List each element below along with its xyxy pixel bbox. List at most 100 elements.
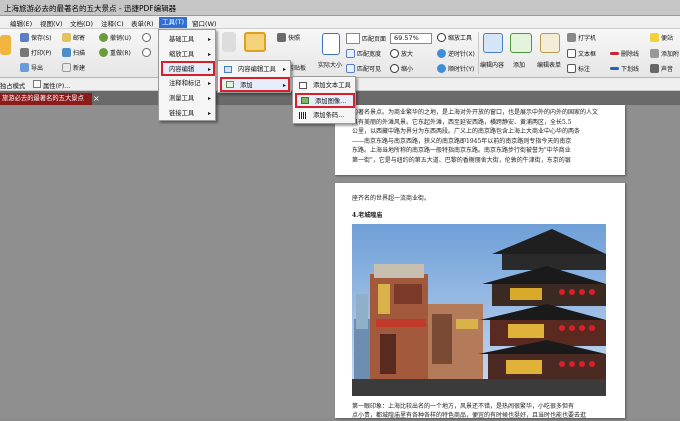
chevron-right-icon: ▸ [207,80,211,87]
menu-item-content-edit-tools[interactable]: 内容编辑工具 ▸ [218,62,290,77]
menu-comment[interactable]: 注释(C) [101,18,124,28]
menu-item-annotation-markup[interactable]: 注释和标记 ▸ [159,76,215,91]
sticky-note-button[interactable]: 便站 [650,33,673,42]
magnifier-icon [437,33,446,42]
forward-nav-button[interactable] [142,48,151,57]
menu-window[interactable]: 窗口(W) [192,18,217,28]
menu-tools[interactable]: 工具(T) [159,17,188,28]
minus-circle-icon [390,64,399,73]
edit-form-icon[interactable] [540,33,560,53]
menu-view[interactable]: 视图(V) [40,18,63,28]
pdf-page-1: 的著名景点。为商业繁华的之地，是上海对外开放的窗口，也是展示中外的内外的国家的人… [335,105,625,175]
menu-item-link-tools[interactable]: 链接工具 ▸ [159,106,215,121]
scan-button[interactable]: 扫描 [62,48,85,57]
edit-content-label: 编辑内容 [480,62,505,69]
chevron-right-icon: ▸ [207,66,211,73]
mail-icon [62,33,71,42]
snapshot-button[interactable]: 快照 [277,33,300,42]
menu-document[interactable]: 文档(D) [70,18,93,28]
page-1-line: 的著名景点。为商业繁华的之地，是上海对外开放的窗口，也是展示中外的内外的国家的人… [352,109,599,116]
strikeout-icon [610,52,619,55]
section-heading: 4.老城隍庙 [352,212,383,219]
rotate-cw-button[interactable]: 顺时针(Y) [437,64,474,73]
callout-icon [567,64,576,73]
callout-button[interactable]: 标注 [567,64,590,73]
back-arrow-icon [142,33,151,42]
new-document-icon [62,63,71,72]
sound-button[interactable]: 声音 [650,64,673,73]
open-folder-icon[interactable] [0,35,11,55]
menu-item-content-edit[interactable]: 内容编辑 ▸ [161,61,215,76]
edit-form-label: 编辑表单 [537,62,562,69]
fit-visible-icon [346,64,355,73]
properties-button[interactable]: 属性(P)... [43,81,70,90]
ribbon-separator [478,32,479,74]
menu-item-add-barcode[interactable]: 添加条码... [293,108,355,123]
redo-button[interactable]: 重做(R) [99,48,131,57]
actual-size-icon[interactable] [322,33,340,55]
page-1-line: 第一街"，它是与纽约的第五大道、巴黎的香榭丽舍大街，伦敦的牛津街，东京的银 [352,156,571,164]
undo-button[interactable]: 撤销(U) [99,33,131,42]
select-area-icon[interactable] [244,32,266,52]
rotate-cw-icon [437,64,446,73]
export-button[interactable]: 导出 [20,63,43,72]
new-button[interactable]: 新建 [62,63,85,72]
rotate-ccw-icon [437,49,446,58]
menu-edit[interactable]: 编辑(E) [10,18,32,28]
close-tab-icon[interactable]: × [93,94,102,104]
barcode-icon [299,112,307,119]
attach-file-button[interactable]: 添加附 [650,49,679,58]
chevron-right-icon: ▸ [207,36,211,43]
camera-icon [277,33,286,42]
chevron-right-icon: ▸ [282,66,286,73]
export-icon [20,63,29,72]
mail-button[interactable]: 邮寄 [62,33,85,42]
page-1-line: 东路。上海当地所称的南京路一般特指南京东路。南京东路步行街被誉为"中华商业 [352,147,571,154]
select-cursor-icon[interactable] [222,32,236,52]
redo-icon [99,48,108,57]
zoom-out-button[interactable]: 缩小 [390,64,413,73]
edit-content-icon[interactable] [483,33,503,53]
strikeout-button[interactable]: 删除线 [610,49,639,58]
rotate-ccw-button[interactable]: 逆时针(X) [437,49,475,58]
add-label: 添加 [513,62,526,69]
back-nav-button[interactable] [142,33,151,42]
chevron-right-icon: ▸ [282,82,286,89]
chevron-right-icon: ▸ [207,51,211,58]
ribbon-toolbar: 保存(S) 打印(P) 导出 邮寄 扫描 新建 撤销(U) 重做(R) 快照 剪… [0,29,680,78]
fit-width-button[interactable]: 匹配宽度 [346,49,381,58]
window-title: 上海旅游必去的最著名的五大景点 - 迅捷PDF编辑器 [4,4,177,13]
page-1-line: 公里，以西藏中路为界分为东西两段。广义上的南京路包含上海上大商业中心华的两条 [352,128,581,135]
forward-arrow-icon [142,48,151,57]
menu-item-measure-tools[interactable]: 测量工具 ▸ [159,91,215,106]
printer-icon [20,48,29,57]
menu-form[interactable]: 表单(R) [131,18,154,28]
image-icon [301,97,309,104]
zoom-tool-button[interactable]: 缩放工具 [437,33,472,42]
menu-item-add-image[interactable]: 添加图像... [295,93,355,108]
underline-icon [610,67,619,70]
typewriter-button[interactable]: 打字机 [567,33,596,42]
fit-page-toggle[interactable] [346,33,360,44]
add-object-icon[interactable] [510,33,532,53]
chevron-right-icon: ▸ [207,95,211,102]
underline-button[interactable]: 下划线 [610,64,639,73]
exclusive-mode-label[interactable]: 独占模式 [0,81,25,90]
menu-item-add-text-tool[interactable]: 添加文本工具 [293,78,355,93]
zoom-in-button[interactable]: 放大 [390,49,413,58]
undo-icon [99,33,108,42]
fit-visible-button[interactable]: 匹配可见 [346,64,381,73]
document-tab[interactable]: 旅游必去的最著名的五大景点 [0,93,92,105]
speaker-icon [650,64,659,73]
zoom-input[interactable]: 69.57% [390,33,432,44]
save-button[interactable]: 保存(S) [20,33,52,42]
pdf-page-2: 座齐名的世界超一流商业街。 4.老城隍庙 第一眼印象：上海比较出名的一个地方，风… [335,183,625,419]
menu-item-zoom-tools[interactable]: 缩放工具 ▸ [159,47,215,62]
textbox-button[interactable]: 文本框 [567,49,596,58]
print-button[interactable]: 打印(P) [20,48,51,57]
menu-item-basic-tools[interactable]: 基础工具 ▸ [159,32,215,47]
menu-item-add[interactable]: 添加 ▸ [220,77,290,92]
page-1-line: 具有美丽的外滩风景。它东起外滩，西至延安西路，横跨静安、黄浦两区，全长5.5 [352,118,572,126]
add-icon [226,81,234,88]
title-bar: 上海旅游必去的最著名的五大景点 - 迅捷PDF编辑器 [0,0,680,16]
